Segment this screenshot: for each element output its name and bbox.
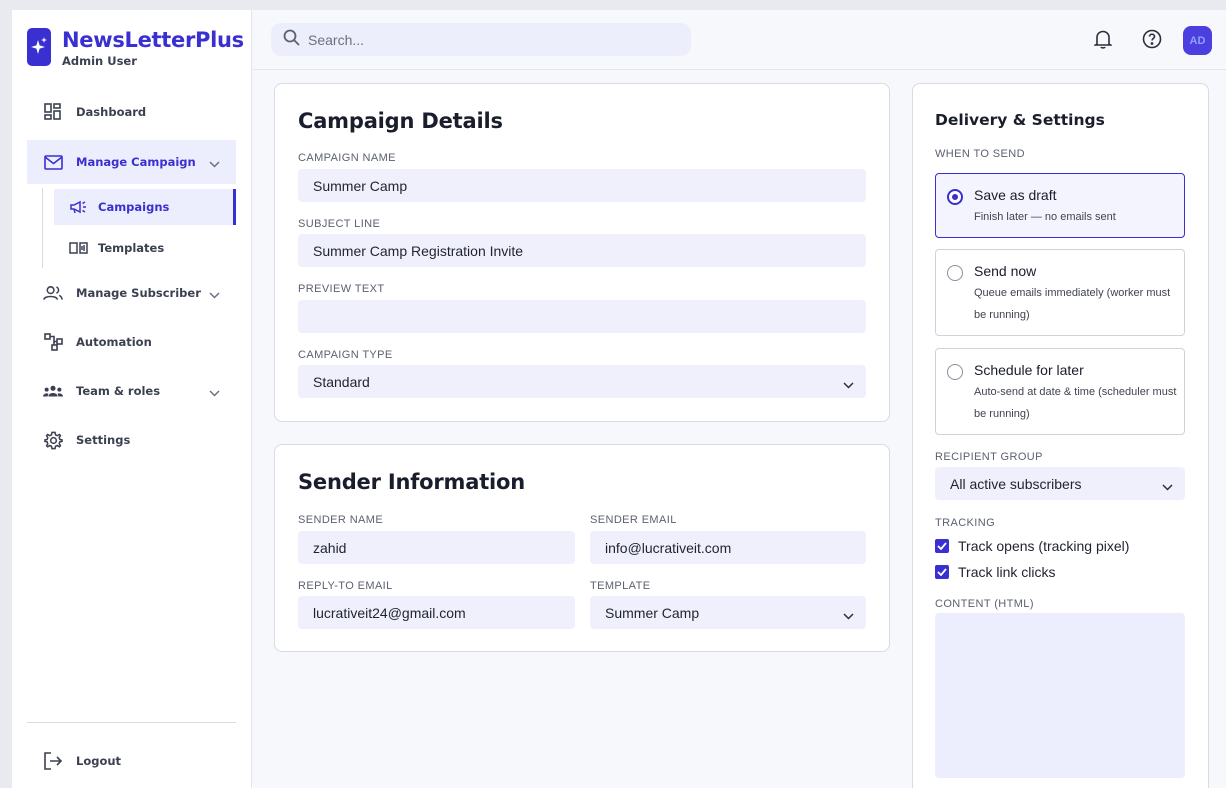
checkmark-icon[interactable] — [935, 539, 949, 553]
mail-icon — [43, 152, 63, 172]
sidebar: NewsLetterPlus Admin User Dashboard Mana… — [12, 10, 252, 788]
sender-name-field[interactable]: zahid — [298, 531, 575, 564]
campaign-type-label: CAMPAIGN TYPE — [298, 349, 393, 361]
option-title: Schedule for later — [974, 362, 1084, 378]
track-opens-label: Track opens (tracking pixel) — [958, 538, 1130, 554]
chevron-down-icon — [843, 376, 854, 392]
dashboard-icon — [43, 102, 63, 122]
book-open-icon — [68, 239, 88, 257]
subject-line-label: SUBJECT LINE — [298, 218, 381, 230]
logout-label: Logout — [76, 754, 122, 768]
help-icon[interactable] — [1140, 27, 1164, 51]
template-value: Summer Camp — [605, 604, 700, 621]
sidebar-item-label: Dashboard — [76, 105, 147, 119]
sender-information-card: Sender Information SENDER NAME zahid SEN… — [274, 444, 890, 652]
subject-line-field[interactable]: Summer Camp Registration Invite — [298, 234, 866, 267]
radio-schedule[interactable] — [947, 364, 963, 380]
sidebar-item-team-roles[interactable]: Team & roles — [27, 369, 236, 413]
content-html-textarea[interactable] — [935, 613, 1185, 778]
sidebar-item-automation[interactable]: Automation — [27, 320, 236, 364]
tracking-label: TRACKING — [935, 517, 996, 529]
preview-text-field[interactable] — [298, 300, 866, 333]
checkmark-icon[interactable] — [935, 565, 949, 579]
avatar[interactable]: AD — [1183, 26, 1212, 55]
option-description: Queue emails immediately (worker must be… — [974, 287, 1171, 321]
template-select[interactable]: Summer Camp — [590, 596, 866, 629]
sidebar-item-label: Team & roles — [76, 384, 161, 398]
sidebar-item-manage-subscriber[interactable]: Manage Subscriber — [27, 271, 236, 315]
campaign-details-title: Campaign Details — [298, 109, 503, 133]
sender-information-title: Sender Information — [298, 470, 526, 494]
sidebar-subitem-campaigns[interactable]: Campaigns — [54, 189, 236, 225]
campaign-name-field[interactable]: Summer Camp — [298, 169, 866, 202]
campaign-type-value: Standard — [313, 373, 370, 390]
sidebar-subitem-templates[interactable]: Templates — [54, 230, 236, 266]
search-icon — [283, 29, 300, 51]
app-window: NewsLetterPlus Admin User Dashboard Mana… — [12, 10, 1226, 788]
megaphone-icon — [68, 198, 88, 216]
top-bar: AD — [253, 10, 1226, 70]
sidebar-item-settings[interactable]: Settings — [27, 418, 236, 462]
chevron-down-icon — [209, 155, 220, 173]
sender-email-field[interactable]: info@lucrativeit.com — [590, 531, 866, 564]
chevron-down-icon — [209, 384, 220, 402]
logout-button[interactable]: Logout — [27, 739, 236, 783]
search-bar[interactable] — [271, 23, 691, 56]
sidebar-item-label: Manage Subscriber — [76, 286, 201, 300]
template-label: TEMPLATE — [590, 580, 651, 592]
chevron-down-icon — [1162, 478, 1173, 494]
campaign-name-label: CAMPAIGN NAME — [298, 152, 396, 164]
brand: NewsLetterPlus Admin User — [27, 28, 244, 68]
sidebar-item-label: Manage Campaign — [76, 155, 196, 169]
users-icon — [43, 283, 63, 303]
sidebar-item-manage-campaign[interactable]: Manage Campaign — [27, 140, 236, 184]
send-option-now[interactable]: Send now Queue emails immediately (worke… — [935, 249, 1185, 336]
recipient-group-label: RECIPIENT GROUP — [935, 451, 1043, 463]
sidebar-subitem-label: Templates — [98, 241, 165, 255]
sidebar-item-dashboard[interactable]: Dashboard — [27, 90, 236, 134]
logout-icon — [43, 751, 63, 771]
option-title: Send now — [974, 263, 1037, 279]
reply-to-email-label: REPLY-TO EMAIL — [298, 580, 393, 592]
gear-icon — [43, 430, 63, 450]
workflow-icon — [43, 332, 63, 352]
campaign-details-card: Campaign Details CAMPAIGN NAME Summer Ca… — [274, 83, 890, 422]
send-option-draft[interactable]: Save as draft Finish later — no emails s… — [935, 173, 1185, 238]
search-input[interactable] — [308, 31, 678, 48]
send-option-schedule[interactable]: Schedule for later Auto-send at date & t… — [935, 348, 1185, 435]
sidebar-divider — [27, 722, 236, 723]
delivery-settings-card: Delivery & Settings WHEN TO SEND Save as… — [912, 83, 1209, 788]
radio-draft[interactable] — [947, 189, 963, 205]
sidebar-subitem-label: Campaigns — [98, 200, 170, 214]
team-icon — [43, 381, 63, 401]
sparkles-logo-icon — [27, 28, 51, 66]
reply-to-email-field[interactable]: lucrativeit24@gmail.com — [298, 596, 575, 629]
track-clicks-label: Track link clicks — [958, 564, 1056, 580]
track-opens-checkbox[interactable]: Track opens (tracking pixel) — [935, 538, 1129, 554]
brand-subtitle: Admin User — [62, 54, 137, 68]
option-title: Save as draft — [974, 187, 1057, 203]
content-html-label: CONTENT (HTML) — [935, 598, 1034, 610]
sender-name-label: SENDER NAME — [298, 514, 384, 526]
option-description: Finish later — no emails sent — [974, 211, 1116, 223]
campaign-type-select[interactable]: Standard — [298, 365, 866, 398]
delivery-settings-title: Delivery & Settings — [935, 111, 1105, 129]
sidebar-item-label: Settings — [76, 433, 131, 447]
when-to-send-label: WHEN TO SEND — [935, 148, 1025, 160]
bell-icon[interactable] — [1091, 27, 1115, 51]
submenu-guide-line — [42, 188, 43, 268]
option-description: Auto-send at date & time (scheduler must… — [974, 386, 1177, 420]
brand-title: NewsLetterPlus — [62, 28, 244, 52]
recipient-group-select[interactable]: All active subscribers — [935, 467, 1185, 500]
chevron-down-icon — [209, 286, 220, 304]
recipient-group-value: All active subscribers — [950, 475, 1082, 492]
sender-email-label: SENDER EMAIL — [590, 514, 677, 526]
preview-text-label: PREVIEW TEXT — [298, 283, 385, 295]
radio-send-now[interactable] — [947, 265, 963, 281]
chevron-down-icon — [843, 607, 854, 623]
sidebar-item-label: Automation — [76, 335, 152, 349]
track-clicks-checkbox[interactable]: Track link clicks — [935, 564, 1056, 580]
